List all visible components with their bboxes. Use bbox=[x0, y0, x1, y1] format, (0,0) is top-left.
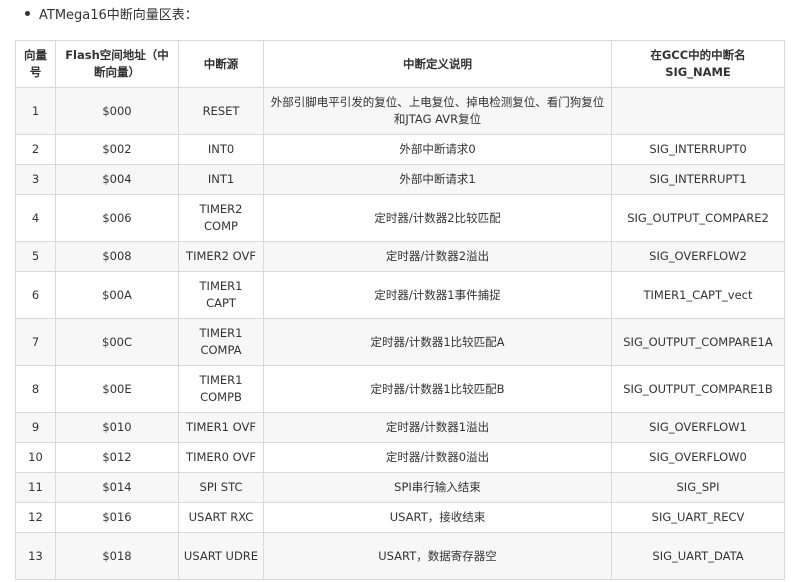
table-row: 2 $002 INT0 外部中断请求0 SIG_INTERRUPT0 bbox=[15, 134, 785, 165]
cell-interrupt-description: 定时器/计数器2比较匹配 bbox=[263, 194, 612, 242]
table-row: 13 $018 USART UDRE USART，数据寄存器空 SIG_UART… bbox=[15, 532, 785, 580]
cell-vector-number: 13 bbox=[15, 532, 56, 580]
cell-flash-address: $00C bbox=[55, 318, 179, 366]
cell-gcc-sig-name bbox=[611, 87, 785, 135]
cell-gcc-sig-name: TIMER1_CAPT_vect bbox=[611, 271, 785, 319]
table-header-row: 向量号 Flash空间地址（中断向量） 中断源 中断定义说明 在GCC中的中断名… bbox=[15, 40, 785, 88]
cell-vector-number: 11 bbox=[15, 472, 56, 503]
cell-interrupt-source: INT1 bbox=[178, 164, 264, 195]
table-row: 4 $006 TIMER2 COMP 定时器/计数器2比较匹配 SIG_OUTP… bbox=[15, 194, 785, 242]
cell-interrupt-description: 定时器/计数器1事件捕捉 bbox=[263, 271, 612, 319]
header-gcc-sig-name: 在GCC中的中断名 SIG_NAME bbox=[611, 40, 785, 88]
header-interrupt-description: 中断定义说明 bbox=[263, 40, 612, 88]
cell-flash-address: $018 bbox=[55, 532, 179, 580]
table-row: 11 $014 SPI STC SPI串行输入结束 SIG_SPI bbox=[15, 472, 785, 503]
cell-interrupt-description: 定时器/计数器1溢出 bbox=[263, 412, 612, 443]
cell-vector-number: 1 bbox=[15, 87, 56, 135]
intro-line: ATMega16中断向量区表： bbox=[25, 3, 198, 23]
cell-flash-address: $002 bbox=[55, 134, 179, 165]
cell-flash-address: $00E bbox=[55, 365, 179, 413]
cell-vector-number: 12 bbox=[15, 502, 56, 533]
table-row: 3 $004 INT1 外部中断请求1 SIG_INTERRUPT1 bbox=[15, 164, 785, 195]
table-row: 8 $00E TIMER1 COMPB 定时器/计数器1比较匹配B SIG_OU… bbox=[15, 365, 785, 413]
cell-interrupt-source: USART UDRE bbox=[178, 532, 264, 580]
cell-interrupt-description: USART，数据寄存器空 bbox=[263, 532, 612, 580]
table-row: 10 $012 TIMER0 OVF 定时器/计数器0溢出 SIG_OVERFL… bbox=[15, 442, 785, 473]
cell-vector-number: 9 bbox=[15, 412, 56, 443]
cell-interrupt-source: TIMER0 OVF bbox=[178, 442, 264, 473]
cell-vector-number: 5 bbox=[15, 241, 56, 272]
cell-gcc-sig-name: SIG_OVERFLOW0 bbox=[611, 442, 785, 473]
cell-vector-number: 3 bbox=[15, 164, 56, 195]
cell-vector-number: 8 bbox=[15, 365, 56, 413]
interrupt-vector-table: 向量号 Flash空间地址（中断向量） 中断源 中断定义说明 在GCC中的中断名… bbox=[15, 40, 785, 580]
cell-interrupt-description: 定时器/计数器1比较匹配A bbox=[263, 318, 612, 366]
cell-interrupt-source: INT0 bbox=[178, 134, 264, 165]
cell-interrupt-source: TIMER2 OVF bbox=[178, 241, 264, 272]
table-row: 12 $016 USART RXC USART，接收结束 SIG_UART_RE… bbox=[15, 502, 785, 533]
table-row: 6 $00A TIMER1 CAPT 定时器/计数器1事件捕捉 TIMER1_C… bbox=[15, 271, 785, 319]
cell-interrupt-description: USART，接收结束 bbox=[263, 502, 612, 533]
cell-gcc-sig-name: SIG_OVERFLOW1 bbox=[611, 412, 785, 443]
cell-flash-address: $006 bbox=[55, 194, 179, 242]
cell-interrupt-source: USART RXC bbox=[178, 502, 264, 533]
table-row: 5 $008 TIMER2 OVF 定时器/计数器2溢出 SIG_OVERFLO… bbox=[15, 241, 785, 272]
cell-gcc-sig-name: SIG_UART_DATA bbox=[611, 532, 785, 580]
cell-gcc-sig-name: SIG_OUTPUT_COMPARE2 bbox=[611, 194, 785, 242]
cell-interrupt-source: TIMER1 OVF bbox=[178, 412, 264, 443]
cell-gcc-sig-name: SIG_OUTPUT_COMPARE1A bbox=[611, 318, 785, 366]
cell-interrupt-source: SPI STC bbox=[178, 472, 264, 503]
cell-interrupt-description: 定时器/计数器0溢出 bbox=[263, 442, 612, 473]
cell-interrupt-source: TIMER1 COMPB bbox=[178, 365, 264, 413]
cell-flash-address: $010 bbox=[55, 412, 179, 443]
intro-text: ATMega16中断向量区表： bbox=[39, 7, 198, 23]
header-flash-address: Flash空间地址（中断向量） bbox=[55, 40, 179, 88]
cell-interrupt-description: 外部中断请求1 bbox=[263, 164, 612, 195]
header-interrupt-source: 中断源 bbox=[178, 40, 264, 88]
header-vector-number: 向量号 bbox=[15, 40, 56, 88]
cell-interrupt-source: TIMER2 COMP bbox=[178, 194, 264, 242]
cell-flash-address: $00A bbox=[55, 271, 179, 319]
cell-flash-address: $000 bbox=[55, 87, 179, 135]
cell-vector-number: 2 bbox=[15, 134, 56, 165]
cell-flash-address: $016 bbox=[55, 502, 179, 533]
cell-gcc-sig-name: SIG_INTERRUPT0 bbox=[611, 134, 785, 165]
cell-interrupt-description: 外部引脚电平引发的复位、上电复位、掉电检测复位、看门狗复位和JTAG AVR复位 bbox=[263, 87, 612, 135]
cell-interrupt-source: RESET bbox=[178, 87, 264, 135]
cell-flash-address: $004 bbox=[55, 164, 179, 195]
cell-interrupt-description: 定时器/计数器2溢出 bbox=[263, 241, 612, 272]
cell-interrupt-description: 定时器/计数器1比较匹配B bbox=[263, 365, 612, 413]
cell-interrupt-source: TIMER1 CAPT bbox=[178, 271, 264, 319]
cell-flash-address: $012 bbox=[55, 442, 179, 473]
cell-interrupt-description: SPI串行输入结束 bbox=[263, 472, 612, 503]
cell-gcc-sig-name: SIG_UART_RECV bbox=[611, 502, 785, 533]
cell-gcc-sig-name: SIG_OVERFLOW2 bbox=[611, 241, 785, 272]
cell-vector-number: 7 bbox=[15, 318, 56, 366]
cell-vector-number: 4 bbox=[15, 194, 56, 242]
table-row: 7 $00C TIMER1 COMPA 定时器/计数器1比较匹配A SIG_OU… bbox=[15, 318, 785, 366]
table-row: 1 $000 RESET 外部引脚电平引发的复位、上电复位、掉电检测复位、看门狗… bbox=[15, 87, 785, 135]
cell-gcc-sig-name: SIG_SPI bbox=[611, 472, 785, 503]
cell-interrupt-description: 外部中断请求0 bbox=[263, 134, 612, 165]
cell-flash-address: $008 bbox=[55, 241, 179, 272]
cell-vector-number: 6 bbox=[15, 271, 56, 319]
bullet-icon bbox=[25, 10, 30, 16]
cell-flash-address: $014 bbox=[55, 472, 179, 503]
cell-gcc-sig-name: SIG_OUTPUT_COMPARE1B bbox=[611, 365, 785, 413]
cell-vector-number: 10 bbox=[15, 442, 56, 473]
cell-gcc-sig-name: SIG_INTERRUPT1 bbox=[611, 164, 785, 195]
cell-interrupt-source: TIMER1 COMPA bbox=[178, 318, 264, 366]
table-row: 9 $010 TIMER1 OVF 定时器/计数器1溢出 SIG_OVERFLO… bbox=[15, 412, 785, 443]
